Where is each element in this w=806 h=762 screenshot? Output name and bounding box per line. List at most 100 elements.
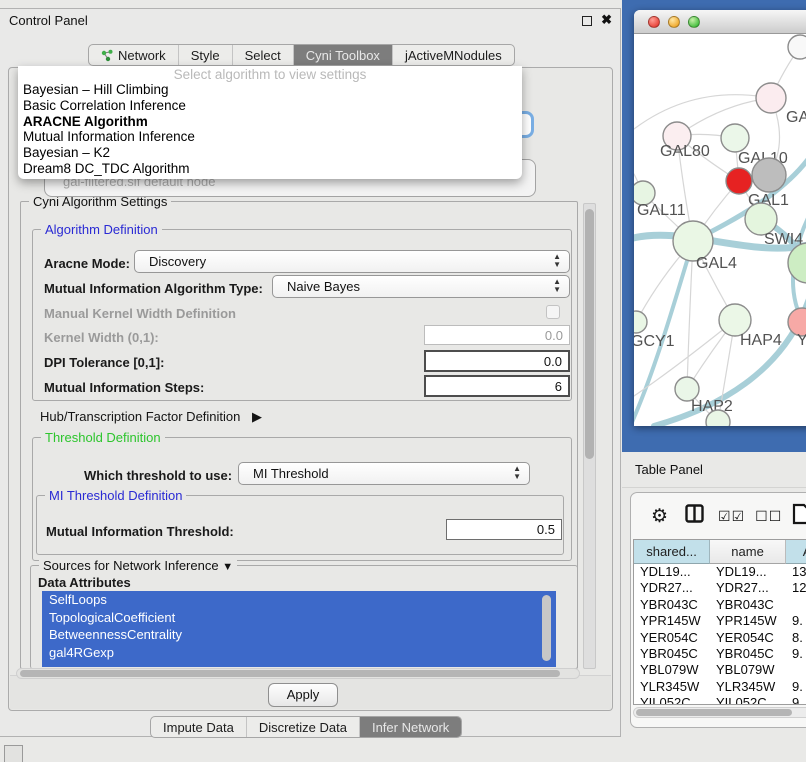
- which-threshold-select[interactable]: MI Threshold ▲▼: [238, 462, 530, 485]
- scrollbar-thumb[interactable]: [636, 709, 792, 716]
- table-row[interactable]: YPR145WYPR145W9.: [634, 613, 806, 629]
- mi-threshold-field[interactable]: 0.5: [446, 519, 562, 540]
- network-edge[interactable]: [634, 95, 771, 129]
- apply-button[interactable]: Apply: [268, 683, 338, 707]
- table-row[interactable]: YBR045CYBR045C9.: [634, 646, 806, 662]
- new-document-icon[interactable]: [792, 503, 806, 530]
- network-node-gal[interactable]: [756, 83, 786, 113]
- gear-icon[interactable]: ⚙: [651, 505, 668, 528]
- collapse-down-arrow-icon[interactable]: ▼: [222, 561, 233, 573]
- table-row[interactable]: YDR27...YDR27...12: [634, 580, 806, 596]
- tab-discretize-data[interactable]: Discretize Data: [246, 717, 359, 737]
- column-header[interactable]: name: [710, 540, 786, 564]
- table-row[interactable]: YIL052CYIL052C9.: [634, 695, 806, 705]
- dpi-tolerance-label: DPI Tolerance [0,1]:: [44, 355, 164, 370]
- data-attribute-item-selected[interactable]: TopologicalCoefficient: [42, 609, 556, 627]
- node-label: GAL80: [660, 143, 710, 160]
- network-node-gal10[interactable]: [721, 124, 749, 152]
- network-node-gal1[interactable]: [726, 168, 752, 194]
- tab-infer-network[interactable]: Infer Network: [359, 717, 461, 737]
- close-traffic-light-icon[interactable]: [648, 16, 660, 28]
- table-row[interactable]: YER054CYER054C8.: [634, 630, 806, 646]
- table-row[interactable]: YBL079WYBL079W: [634, 662, 806, 678]
- table-toolbar: ⚙ ☑☑ ☐☐: [631, 493, 806, 539]
- tab-impute-data[interactable]: Impute Data: [151, 717, 246, 737]
- float-window-icon[interactable]: [582, 16, 592, 26]
- settings-vertical-scrollbar[interactable]: [583, 203, 596, 669]
- group-title: Threshold Definition: [41, 430, 165, 445]
- tab-label: Select: [245, 48, 281, 63]
- table-cell: YBL079W: [634, 662, 710, 678]
- mi-steps-field[interactable]: 6: [424, 375, 570, 397]
- split-view-icon[interactable]: [685, 504, 704, 528]
- select-all-checkboxes-icon[interactable]: ☑☑: [718, 508, 745, 525]
- hub-transcription-factor-toggle[interactable]: Hub/Transcription Factor Definition ▶: [40, 409, 262, 425]
- network-node[interactable]: [752, 158, 786, 192]
- mi-algorithm-type-select[interactable]: Naive Bayes ▲▼: [272, 275, 570, 298]
- table-horizontal-scrollbar[interactable]: [633, 707, 806, 718]
- hub-label: Hub/Transcription Factor Definition: [40, 409, 240, 424]
- table-cell: YBR045C: [634, 646, 710, 662]
- dropdown-item[interactable]: ARACNE Algorithm: [18, 114, 522, 130]
- network-node[interactable]: [788, 35, 806, 59]
- data-attribute-item-selected[interactable]: SelfLoops: [42, 591, 556, 609]
- data-attribute-item-selected[interactable]: BetweennessCentrality: [42, 626, 556, 644]
- minimize-traffic-light-icon[interactable]: [668, 16, 680, 28]
- data-attributes-label: Data Attributes: [38, 575, 131, 590]
- control-panel-tabs: Network Style Select Cyni Toolbox jActiveMNo…: [88, 44, 515, 66]
- data-attributes-list[interactable]: SelfLoopsTopologicalCoefficientBetweenne…: [42, 591, 556, 667]
- table-cell: 9.: [786, 695, 806, 705]
- column-header[interactable]: A: [786, 540, 806, 564]
- mi-threshold-label: Mutual Information Threshold:: [46, 524, 234, 539]
- table-cell: 12: [786, 580, 806, 596]
- sources-title: Sources for Network Inference: [43, 558, 219, 573]
- group-title: Algorithm Definition: [41, 222, 162, 237]
- dropdown-item[interactable]: Bayesian – Hill Climbing: [18, 82, 522, 98]
- table-row[interactable]: YDL19...YDL19...13: [634, 564, 806, 580]
- scrollbar-thumb[interactable]: [20, 670, 560, 677]
- network-node-gcy1[interactable]: [634, 311, 647, 333]
- network-window-titlebar[interactable]: [634, 10, 806, 34]
- expand-right-arrow-icon: ▶: [252, 409, 262, 424]
- tab-network[interactable]: Network: [89, 45, 178, 65]
- manual-kernel-width-checkbox[interactable]: [546, 305, 560, 319]
- group-title: MI Threshold Definition: [45, 488, 186, 503]
- node-table: shared...nameA YDL19...YDL19...13YDR27..…: [633, 539, 806, 705]
- dropdown-item[interactable]: Basic Correlation Inference: [18, 98, 522, 114]
- scrollbar-thumb[interactable]: [585, 209, 594, 459]
- list-scrollbar[interactable]: [542, 595, 551, 661]
- table-cell: YLR345W: [634, 679, 710, 695]
- table-cell: 9.: [786, 613, 806, 629]
- dropdown-item[interactable]: Dream8 DC_TDC Algorithm: [18, 161, 522, 177]
- tab-style[interactable]: Style: [178, 45, 232, 65]
- table-cell: YPR145W: [710, 613, 786, 629]
- tab-label: Cyni Toolbox: [306, 48, 380, 63]
- node-label: GAL4: [696, 255, 737, 272]
- tab-cyni-toolbox[interactable]: Cyni Toolbox: [293, 45, 392, 65]
- minimized-panel-button[interactable]: [4, 745, 23, 762]
- table-cell: YDL19...: [710, 564, 786, 580]
- dropdown-item[interactable]: Bayesian – K2: [18, 145, 522, 161]
- zoom-traffic-light-icon[interactable]: [688, 16, 700, 28]
- dropdown-prompt: Select algorithm to view settings: [18, 67, 522, 82]
- tab-label: Network: [118, 48, 166, 63]
- table-cell: YDR27...: [710, 580, 786, 596]
- mi-steps-label: Mutual Information Steps:: [44, 380, 204, 395]
- stepper-arrows-icon: ▲▼: [553, 278, 561, 294]
- aracne-mode-select[interactable]: Discovery ▲▼: [134, 250, 570, 273]
- column-header[interactable]: shared...: [634, 540, 710, 564]
- network-canvas[interactable]: GALGAL80GAL10GAL1GAL11GAL4SWI4GCY1HAP4YH…: [634, 34, 806, 426]
- tab-jactivemnodules[interactable]: jActiveMNodules: [392, 45, 514, 65]
- kernel-width-field[interactable]: 0.0: [424, 325, 570, 345]
- dropdown-item[interactable]: Mutual Information Inference: [18, 129, 522, 145]
- data-attribute-item-selected[interactable]: gal4RGexp: [42, 644, 556, 662]
- tab-label: Infer Network: [372, 720, 449, 735]
- dpi-tolerance-field[interactable]: 0.0: [424, 350, 570, 372]
- settings-horizontal-scrollbar[interactable]: [16, 668, 580, 679]
- table-row[interactable]: YBR043CYBR043C: [634, 597, 806, 613]
- node-label: Y: [797, 332, 806, 349]
- table-row[interactable]: YLR345WYLR345W9.: [634, 679, 806, 695]
- close-icon[interactable]: ✖: [601, 12, 612, 28]
- tab-select[interactable]: Select: [232, 45, 293, 65]
- deselect-all-checkboxes-icon[interactable]: ☐☐: [755, 508, 782, 525]
